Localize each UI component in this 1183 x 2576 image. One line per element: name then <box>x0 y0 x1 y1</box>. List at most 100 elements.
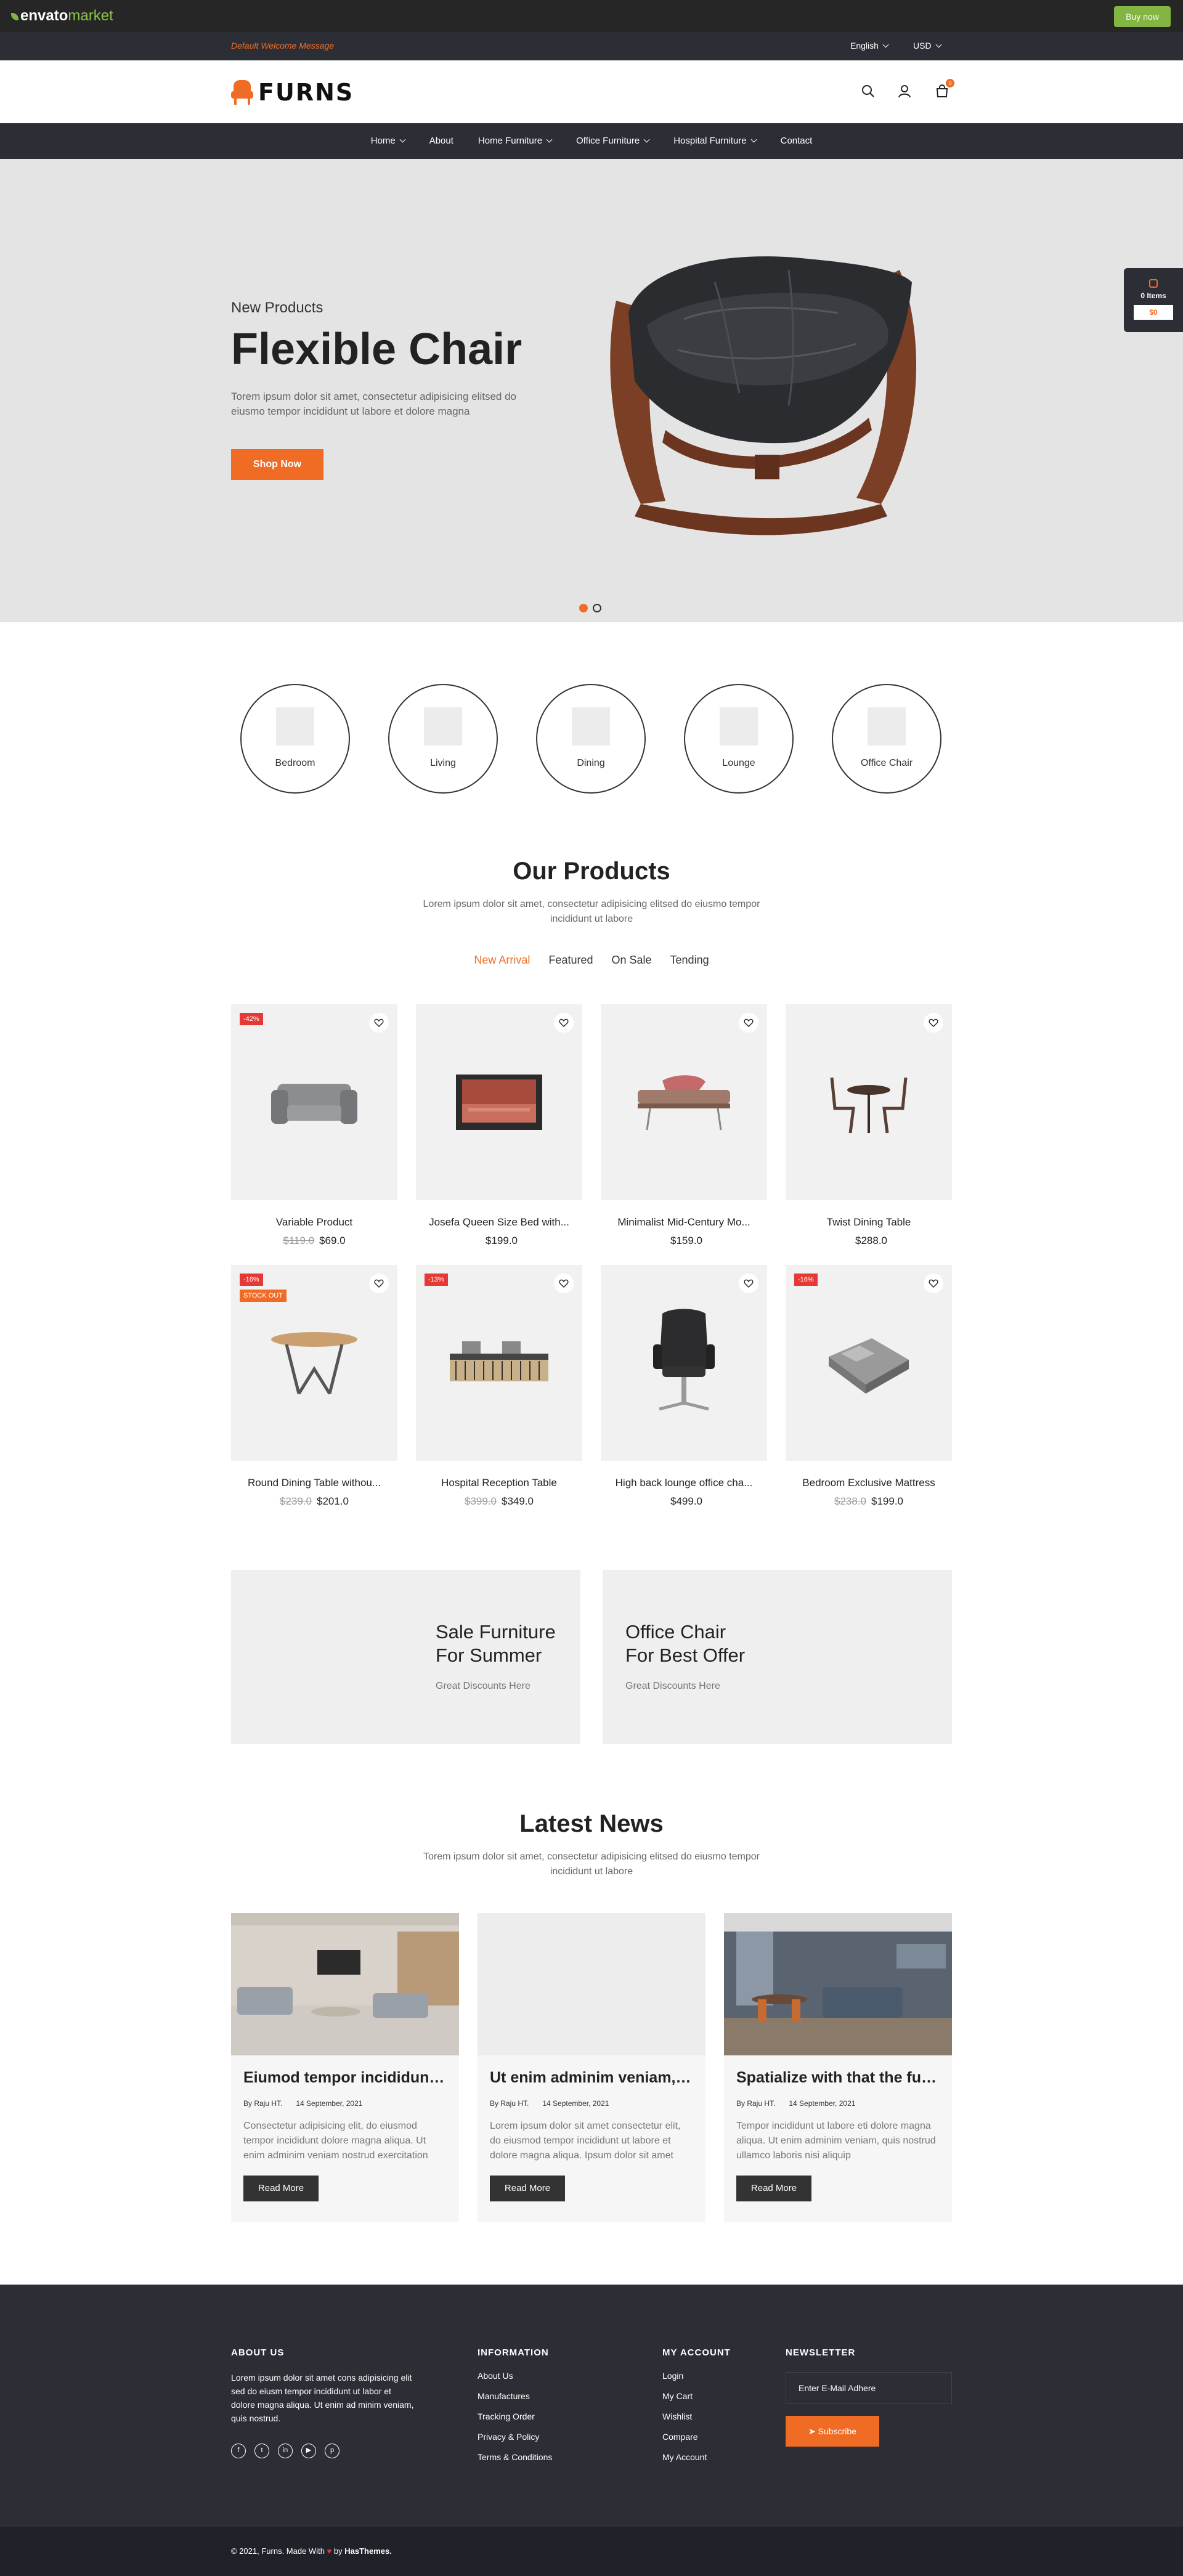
product-name[interactable]: Hospital Reception Table <box>416 1477 582 1489</box>
nav-item-office-furniture[interactable]: Office Furniture <box>576 136 650 146</box>
product-name[interactable]: Variable Product <box>231 1216 397 1229</box>
banner-subtitle: Great Discounts Here <box>625 1681 720 1691</box>
wishlist-heart-icon[interactable] <box>924 1013 943 1033</box>
footer-link[interactable]: Manufactures <box>478 2391 552 2401</box>
product-name[interactable]: Twist Dining Table <box>786 1216 952 1229</box>
news-author[interactable]: By Raju HT. <box>736 2099 775 2108</box>
product-price: $159.0 <box>601 1235 767 1247</box>
footer-about-text: Lorem ipsum dolor sit amet cons adipisic… <box>231 2373 414 2423</box>
product-card[interactable]: Minimalist Mid-Century Mo... $159.0 <box>601 1004 767 1247</box>
news-author[interactable]: By Raju HT. <box>490 2099 529 2108</box>
company-link[interactable]: HasThemes. <box>344 2546 392 2556</box>
product-image[interactable]: -16% <box>786 1265 952 1461</box>
linkedin-icon[interactable]: in <box>278 2444 293 2458</box>
footer-link[interactable]: Tracking Order <box>478 2411 552 2421</box>
youtube-icon[interactable]: ▶ <box>301 2444 316 2458</box>
product-card[interactable]: High back lounge office cha... $499.0 <box>601 1265 767 1508</box>
footer-link[interactable]: About Us <box>478 2371 552 2381</box>
product-card[interactable]: Twist Dining Table $288.0 <box>786 1004 952 1247</box>
tab-new-arrival[interactable]: New Arrival <box>474 954 530 967</box>
slider-dot-1[interactable] <box>579 604 588 612</box>
category-dining[interactable]: Dining <box>536 684 646 794</box>
wishlist-heart-icon[interactable] <box>369 1274 389 1293</box>
category-bedroom[interactable]: Bedroom <box>240 684 350 794</box>
category-lounge[interactable]: Lounge <box>684 684 794 794</box>
tab-tending[interactable]: Tending <box>670 954 709 967</box>
promo-banner-summer[interactable]: Sale Furniture For Summer Great Discounts… <box>231 1570 580 1744</box>
category-label: Bedroom <box>275 758 315 768</box>
language-select[interactable]: English <box>850 41 889 51</box>
slider-dot-2[interactable] <box>593 604 601 612</box>
cart-amount: $0 <box>1134 305 1173 320</box>
news-title[interactable]: Eiumod tempor incididunt l... <box>243 2069 447 2087</box>
product-image[interactable]: -42% <box>231 1004 397 1200</box>
nav-item-contact[interactable]: Contact <box>781 136 813 146</box>
product-name[interactable]: Josefa Queen Size Bed with... <box>416 1216 582 1229</box>
footer-link[interactable]: Wishlist <box>662 2411 707 2421</box>
product-card[interactable]: -16% STOCK OUT Round Dining Table withou… <box>231 1265 397 1508</box>
newsletter-email-input[interactable] <box>786 2372 952 2404</box>
shop-now-button[interactable]: Shop Now <box>231 449 323 480</box>
buy-now-button[interactable]: Buy now <box>1114 6 1171 27</box>
current-price: $69.0 <box>319 1235 346 1246</box>
envato-bar: envatomarket Buy now <box>0 0 1183 32</box>
category-living[interactable]: Living <box>388 684 498 794</box>
chevron-down-icon <box>882 41 889 48</box>
facebook-icon[interactable]: f <box>231 2444 246 2458</box>
old-price: $119.0 <box>283 1235 315 1246</box>
product-name[interactable]: Minimalist Mid-Century Mo... <box>601 1216 767 1229</box>
news-title[interactable]: Ut enim adminim veniam, q... <box>490 2069 693 2087</box>
news-title[interactable]: Spatialize with that the furns <box>736 2069 940 2087</box>
footer-link[interactable]: Compare <box>662 2432 707 2442</box>
cart-icon[interactable]: 0 <box>933 79 954 100</box>
product-card[interactable]: -42% Variable Product $119.0 $69.0 <box>231 1004 397 1247</box>
read-more-button[interactable]: Read More <box>243 2176 319 2201</box>
wishlist-heart-icon[interactable] <box>739 1274 758 1293</box>
news-image[interactable] <box>231 1913 459 2055</box>
floating-cart[interactable]: 0 Items $0 <box>1124 268 1183 332</box>
tab-on-sale[interactable]: On Sale <box>611 954 651 967</box>
product-card[interactable]: -16% Bedroom Exclusive Mattress $238.0 $1… <box>786 1265 952 1508</box>
product-image[interactable]: -13% <box>416 1265 582 1461</box>
nav-item-home[interactable]: Home <box>371 136 406 146</box>
wishlist-heart-icon[interactable] <box>554 1274 574 1293</box>
wishlist-heart-icon[interactable] <box>554 1013 574 1033</box>
product-name[interactable]: High back lounge office cha... <box>601 1477 767 1489</box>
product-image[interactable] <box>601 1265 767 1461</box>
product-name[interactable]: Round Dining Table withou... <box>231 1477 397 1489</box>
pinterest-icon[interactable]: p <box>325 2444 339 2458</box>
promo-banner-office-chair[interactable]: Office Chair For Best Offer Great Discoun… <box>603 1570 952 1744</box>
product-image[interactable] <box>416 1004 582 1200</box>
twitter-icon[interactable]: t <box>254 2444 269 2458</box>
envato-logo[interactable]: envatomarket <box>11 7 113 25</box>
news-image[interactable] <box>478 1913 705 2055</box>
subscribe-button[interactable]: ➤ Subscribe <box>786 2416 879 2447</box>
product-card[interactable]: Josefa Queen Size Bed with... $199.0 <box>416 1004 582 1247</box>
wishlist-heart-icon[interactable] <box>739 1013 758 1033</box>
read-more-button[interactable]: Read More <box>490 2176 565 2201</box>
product-name[interactable]: Bedroom Exclusive Mattress <box>786 1477 952 1489</box>
nav-item-hospital-furniture[interactable]: Hospital Furniture <box>673 136 757 146</box>
news-image[interactable] <box>724 1913 952 2055</box>
brand-logo[interactable]: FURNS <box>231 79 354 106</box>
nav-item-about[interactable]: About <box>429 136 453 146</box>
product-image[interactable] <box>786 1004 952 1200</box>
category-office-chair[interactable]: Office Chair <box>832 684 941 794</box>
wishlist-heart-icon[interactable] <box>369 1013 389 1033</box>
tab-featured[interactable]: Featured <box>548 954 593 967</box>
currency-select[interactable]: USD <box>913 41 942 51</box>
footer-link[interactable]: Terms & Conditions <box>478 2452 552 2462</box>
product-image[interactable]: -16% STOCK OUT <box>231 1265 397 1461</box>
wishlist-heart-icon[interactable] <box>924 1274 943 1293</box>
footer-link[interactable]: My Account <box>662 2452 707 2462</box>
read-more-button[interactable]: Read More <box>736 2176 811 2201</box>
product-card[interactable]: -13% Hospital Reception Table $399.0 $349… <box>416 1265 582 1508</box>
news-author[interactable]: By Raju HT. <box>243 2099 282 2108</box>
footer-link[interactable]: Login <box>662 2371 707 2381</box>
footer-link[interactable]: My Cart <box>662 2391 707 2401</box>
search-icon[interactable] <box>860 83 877 100</box>
product-image[interactable] <box>601 1004 767 1200</box>
user-icon[interactable] <box>896 83 913 100</box>
nav-item-home-furniture[interactable]: Home Furniture <box>478 136 553 146</box>
footer-link[interactable]: Privacy & Policy <box>478 2432 552 2442</box>
